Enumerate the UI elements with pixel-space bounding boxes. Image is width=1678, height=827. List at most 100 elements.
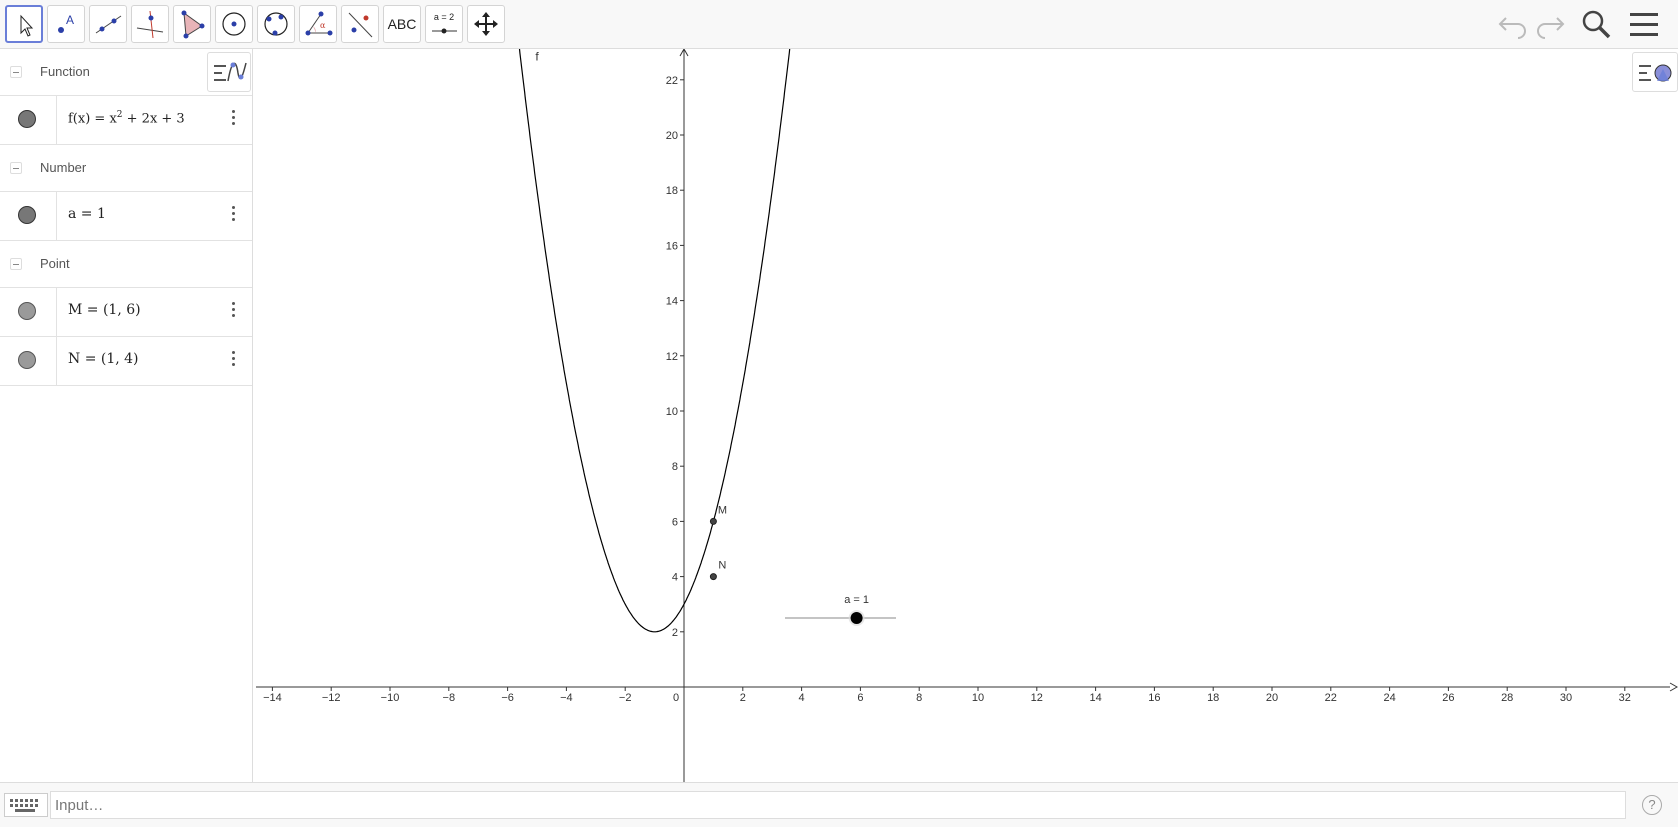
collapse-icon[interactable]: [10, 162, 22, 174]
y-tick-label: 14: [666, 296, 678, 308]
category-label: Number: [40, 160, 87, 175]
function-label: f: [535, 49, 539, 63]
algebra-style-bar-button[interactable]: [207, 52, 251, 92]
visibility-toggle[interactable]: [0, 288, 57, 336]
more-options-icon[interactable]: [232, 302, 236, 322]
circle-three-points-icon: [264, 12, 288, 36]
category-point[interactable]: Point: [0, 241, 252, 288]
graphics-view[interactable]: −14 −12 −10 −8 −6 −4 −2 0 2 4 6 8 10 12 14 16 18 20 22 24 26…: [256, 49, 1678, 782]
reflect-tool-button[interactable]: [341, 5, 379, 43]
algebra-expression[interactable]: f(x) = x2 + 2x + 3: [68, 110, 185, 126]
visibility-dot-icon[interactable]: [18, 110, 36, 128]
x-tick-label: −12: [322, 692, 341, 704]
y-tick-label: 10: [666, 406, 678, 418]
algebra-item-point-m[interactable]: M = (1, 6): [0, 288, 252, 337]
algebra-style-icon: [214, 62, 247, 82]
y-tick-label: 12: [666, 351, 678, 363]
expression-base: f(x) = x: [68, 111, 117, 127]
point-tool-button[interactable]: A: [47, 5, 85, 43]
text-tool-label: ABC: [387, 16, 417, 32]
perpendicular-line-tool-button[interactable]: [131, 5, 169, 43]
x-tick-label: −6: [501, 692, 514, 704]
line-icon: [95, 15, 122, 34]
more-options-icon[interactable]: [232, 110, 236, 130]
x-tick-label: 24: [1383, 692, 1395, 704]
undo-icon[interactable]: [1496, 8, 1530, 42]
move-graphics-icon: [474, 12, 498, 36]
x-tick-label: −10: [381, 692, 400, 704]
search-icon[interactable]: [1580, 8, 1614, 42]
menu-icon[interactable]: [1628, 8, 1662, 42]
line-tool-button[interactable]: [89, 5, 127, 43]
algebra-view: Function f(x) = x2 + 2x + 3 Number a = 1…: [0, 49, 253, 782]
visibility-toggle[interactable]: [0, 192, 57, 240]
perpendicular-line-icon: [136, 10, 164, 39]
x-tick-label: 26: [1442, 692, 1454, 704]
graphics-canvas[interactable]: −14 −12 −10 −8 −6 −4 −2 0 2 4 6 8 10 12 14 16 18 20 22 24 26…: [256, 49, 1678, 782]
graphics-style-bar-button[interactable]: [1632, 52, 1678, 92]
x-tick-label: 20: [1266, 692, 1278, 704]
y-tick-label: 2: [672, 627, 678, 639]
x-tick-label: 30: [1560, 692, 1572, 704]
more-options-icon[interactable]: [232, 351, 236, 371]
x-tick-label: 22: [1325, 692, 1337, 704]
algebra-item-point-n[interactable]: N = (1, 4): [0, 337, 252, 386]
visibility-dot-icon[interactable]: [18, 206, 36, 224]
circle-three-points-tool-button[interactable]: [257, 5, 295, 43]
x-tick-label: 28: [1501, 692, 1513, 704]
y-tick-label: 16: [666, 240, 678, 252]
point-label: M: [718, 504, 727, 516]
algebra-item-function[interactable]: f(x) = x2 + 2x + 3: [0, 96, 252, 145]
x-tick-label: 12: [1031, 692, 1043, 704]
algebra-expression[interactable]: N = (1, 4): [68, 351, 139, 367]
input-field[interactable]: Input…: [50, 791, 1626, 819]
more-options-icon[interactable]: [232, 206, 236, 226]
x-tick-label: 6: [857, 692, 863, 704]
algebra-expression[interactable]: a = 1: [68, 206, 106, 222]
y-tick-label: 20: [666, 130, 678, 142]
angle-tool-button[interactable]: α: [299, 5, 337, 43]
keyboard-icon[interactable]: [4, 793, 48, 817]
algebra-item-number[interactable]: a = 1: [0, 192, 252, 241]
expression-tail: + 2x + 3: [122, 111, 185, 127]
slider-icon: [432, 28, 457, 34]
visibility-toggle[interactable]: [0, 337, 57, 385]
circle-center-icon: [222, 12, 246, 36]
x-tick-label: −14: [263, 692, 282, 704]
polygon-tool-button[interactable]: [173, 5, 211, 43]
circle-center-tool-button[interactable]: [215, 5, 253, 43]
y-tick-label: 18: [666, 185, 678, 197]
slider-tool-button[interactable]: a = 2: [425, 5, 463, 43]
graphics-style-icon: [1639, 64, 1672, 82]
x-tick-label: −4: [560, 692, 573, 704]
x-tick-label: −2: [619, 692, 632, 704]
visibility-toggle[interactable]: [0, 96, 57, 144]
point-m[interactable]: [709, 517, 717, 525]
visibility-dot-icon[interactable]: [18, 302, 36, 320]
help-icon[interactable]: ?: [1642, 795, 1662, 815]
slider-knob[interactable]: [850, 612, 863, 624]
svg-text:A: A: [66, 13, 74, 27]
y-tick-label: 6: [672, 516, 678, 528]
redo-icon[interactable]: [1533, 8, 1567, 42]
visibility-dot-icon[interactable]: [18, 351, 36, 369]
x-tick-label: 10: [972, 692, 984, 704]
move-tool-button[interactable]: [5, 5, 43, 43]
function-curve[interactable]: [518, 49, 791, 633]
text-tool-button[interactable]: ABC: [383, 5, 421, 43]
polygon-icon: [181, 10, 205, 39]
x-tick-label: 2: [740, 692, 746, 704]
category-number[interactable]: Number: [0, 145, 252, 192]
point-icon: A: [58, 13, 74, 33]
arrow-cursor-icon: [20, 14, 34, 37]
angle-icon: α: [305, 11, 333, 36]
reflect-icon: [348, 12, 373, 38]
move-graphics-tool-button[interactable]: [467, 5, 505, 43]
x-tick-label: 4: [799, 692, 805, 704]
x-tick-label: −8: [443, 692, 456, 704]
algebra-expression[interactable]: M = (1, 6): [68, 302, 141, 318]
collapse-icon[interactable]: [10, 258, 22, 270]
x-axis-arrow-icon: [1669, 682, 1678, 692]
point-n[interactable]: [709, 573, 717, 581]
collapse-icon[interactable]: [10, 66, 22, 78]
